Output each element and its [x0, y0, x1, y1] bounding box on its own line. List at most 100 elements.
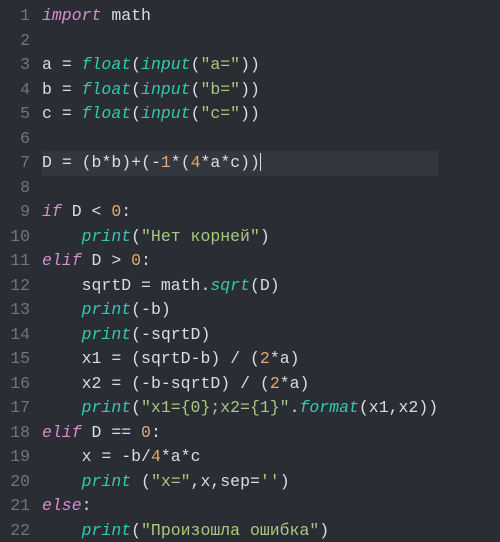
token-id: sqrtD	[141, 349, 191, 368]
token-pn: ))	[240, 80, 260, 99]
line-number: 5	[0, 102, 30, 127]
code-line[interactable]: b = float(input("b="))	[42, 78, 438, 103]
token-pn: .	[290, 398, 300, 417]
token-fn: float	[82, 104, 132, 123]
token-op: =	[141, 276, 151, 295]
token-fn: input	[141, 104, 191, 123]
token-pn: (	[131, 521, 141, 540]
token-ws	[52, 55, 62, 74]
token-pn: (	[131, 398, 141, 417]
token-id: x2	[399, 398, 419, 417]
token-id: b	[111, 153, 121, 172]
token-ws	[42, 374, 82, 393]
token-pn: )	[300, 374, 310, 393]
code-area[interactable]: import math a = float(input("a=")) b = flo…	[30, 0, 438, 542]
token-id: b	[200, 349, 210, 368]
token-ws	[72, 80, 82, 99]
token-id: D	[260, 276, 270, 295]
code-line[interactable]	[42, 127, 438, 152]
token-pn: (	[191, 55, 201, 74]
token-id: D	[92, 423, 102, 442]
token-kw: if	[42, 202, 62, 221]
token-pn: (	[181, 153, 191, 172]
token-op: =	[62, 55, 72, 74]
token-pn: :	[82, 496, 92, 515]
token-fn: print	[82, 227, 132, 246]
code-line[interactable]: print("Нет корней")	[42, 225, 438, 250]
token-kw: elif	[42, 251, 82, 270]
token-op: *	[171, 153, 181, 172]
code-line[interactable]: x1 = (sqrtD-b) / (2*a)	[42, 347, 438, 372]
token-id: D	[42, 153, 52, 172]
code-line[interactable]: print("Произошла ошибка")	[42, 519, 438, 542]
code-line[interactable]: D = (b*b)+(-1*(4*a*c))	[42, 151, 438, 176]
token-fn: input	[141, 55, 191, 74]
token-id: b	[42, 80, 52, 99]
code-line[interactable]	[42, 176, 438, 201]
token-pn: :	[121, 202, 131, 221]
token-id: c	[230, 153, 240, 172]
token-pn: (	[131, 349, 141, 368]
token-op: =	[62, 80, 72, 99]
line-number: 17	[0, 396, 30, 421]
token-pn: ,	[191, 472, 201, 491]
token-pn: (	[131, 374, 141, 393]
code-line[interactable]: x2 = (-b-sqrtD) / (2*a)	[42, 372, 438, 397]
token-ws	[62, 202, 72, 221]
code-line[interactable]: if D < 0:	[42, 200, 438, 225]
token-pn: )	[200, 325, 210, 344]
token-pn: (	[131, 227, 141, 246]
token-pn: (	[250, 349, 260, 368]
token-pn: (	[131, 55, 141, 74]
token-fn: print	[82, 398, 132, 417]
token-pn: ,	[389, 398, 399, 417]
code-line[interactable]: x = -b/4*a*c	[42, 445, 438, 470]
token-id: b	[131, 447, 141, 466]
code-editor[interactable]: 12345678910111213141516171819202122 impo…	[0, 0, 500, 542]
code-line[interactable]: print ("x=",x,sep='')	[42, 470, 438, 495]
code-line[interactable]: a = float(input("a="))	[42, 53, 438, 78]
token-num: 0	[141, 423, 151, 442]
code-line[interactable]: else:	[42, 494, 438, 519]
token-ws	[220, 349, 230, 368]
token-op: -	[161, 374, 171, 393]
token-pn: )	[161, 300, 171, 319]
code-line[interactable]	[42, 29, 438, 54]
token-op: =	[111, 349, 121, 368]
token-ws	[42, 447, 82, 466]
token-ws	[101, 251, 111, 270]
code-line[interactable]: sqrtD = math.sqrt(D)	[42, 274, 438, 299]
token-str: "Нет корней"	[141, 227, 260, 246]
token-ws	[52, 153, 62, 172]
token-pn: :	[141, 251, 151, 270]
token-ws	[250, 374, 260, 393]
token-ws	[230, 374, 240, 393]
token-ws	[72, 153, 82, 172]
code-line[interactable]: elif D > 0:	[42, 249, 438, 274]
code-line[interactable]: import math	[42, 4, 438, 29]
token-id: x	[82, 447, 92, 466]
line-number: 8	[0, 176, 30, 201]
code-line[interactable]: elif D == 0:	[42, 421, 438, 446]
token-ws	[42, 472, 82, 491]
token-op: -	[141, 374, 151, 393]
code-line[interactable]: print(-sqrtD)	[42, 323, 438, 348]
token-id: a	[210, 153, 220, 172]
token-op: =	[62, 104, 72, 123]
token-ws	[82, 251, 92, 270]
code-line[interactable]: c = float(input("c="))	[42, 102, 438, 127]
token-op: *	[201, 153, 211, 172]
token-kw: elif	[42, 423, 82, 442]
token-ws	[42, 276, 82, 295]
line-number: 3	[0, 53, 30, 78]
token-id: x1	[82, 349, 102, 368]
token-fn: format	[299, 398, 358, 417]
token-op: =	[101, 447, 111, 466]
code-line[interactable]: print(-b)	[42, 298, 438, 323]
line-number: 2	[0, 29, 30, 54]
token-op: -	[191, 349, 201, 368]
token-num: 2	[270, 374, 280, 393]
token-id: b	[151, 374, 161, 393]
token-pn: (	[141, 472, 151, 491]
code-line[interactable]: print("x1={0};x2={1}".format(x1,x2))	[42, 396, 438, 421]
